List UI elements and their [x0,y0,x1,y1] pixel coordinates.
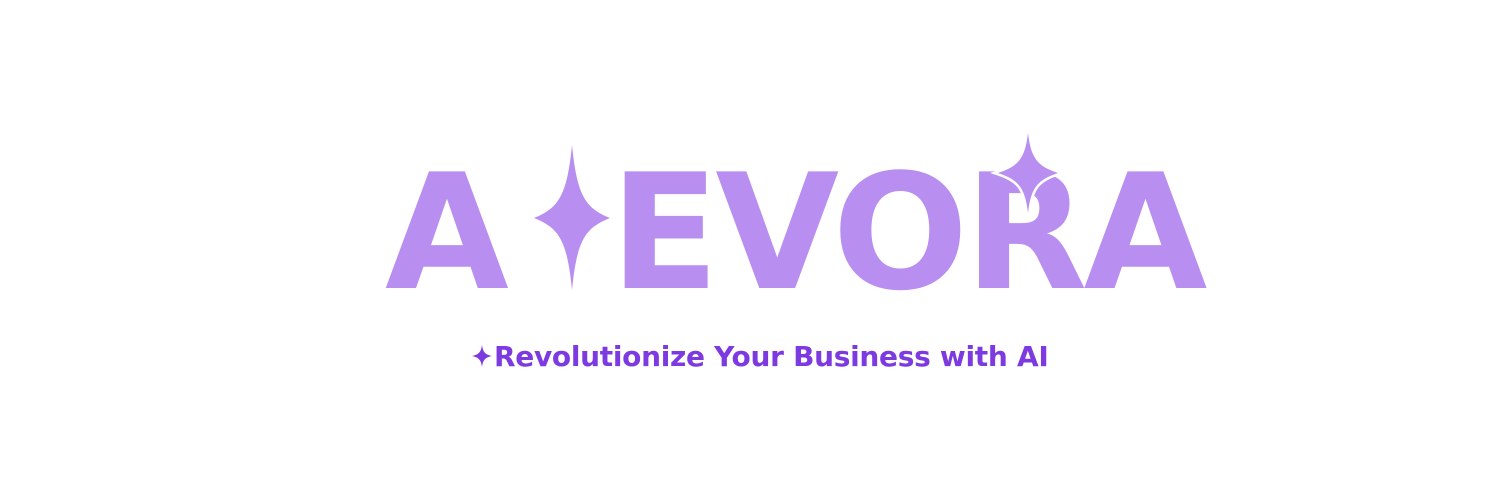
brand-logo: A EVORA [385,132,1212,326]
logo-letters-evora: EVORA [610,139,1208,326]
tagline: Revolutionize Your Business with AI [470,336,1070,376]
logo-letter-a: A [385,139,509,326]
banner: A EVORA Revolutionize Your Business with… [0,0,1500,500]
tagline-text: Revolutionize Your Business with AI [494,339,1049,373]
sparkle-icon [472,345,492,367]
logo-sparkle-icon [534,145,610,290]
